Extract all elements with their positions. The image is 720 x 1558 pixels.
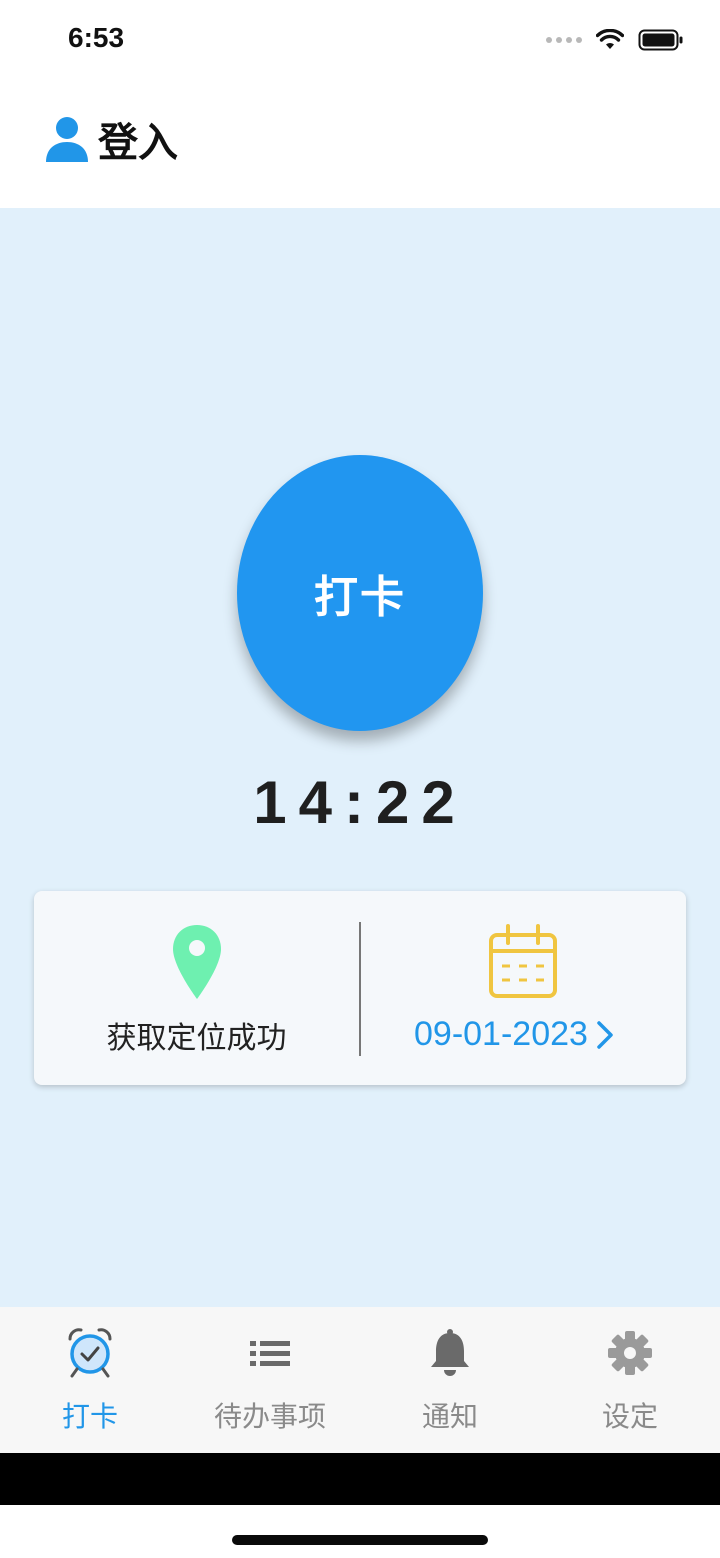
status-indicators [546,26,684,54]
login-link[interactable]: 登入 [44,110,178,168]
gear-icon [608,1331,652,1375]
tab-settings[interactable]: 设定 [540,1307,720,1453]
info-card: 获取定位成功 09-01-2023 [34,891,686,1085]
bottom-tab-bar: 打卡 待办事项 通知 设定 [0,1307,720,1453]
user-icon [46,117,88,162]
tab-todo[interactable]: 待办事项 [180,1307,360,1453]
status-bar: 6:53 [0,0,720,80]
selected-date: 09-01-2023 [414,1015,588,1053]
bell-icon [431,1329,469,1376]
header-title: 登入 [98,120,178,166]
card-divider [359,922,361,1056]
cellular-signal-icon [546,37,582,43]
app-header: 登入 [0,80,720,208]
tab-label: 设定 [601,1400,658,1433]
home-indicator[interactable] [232,1535,488,1545]
tab-label: 待办事项 [213,1400,326,1433]
location-status: 获取定位成功 [106,1021,287,1056]
alarm-clock-icon [68,1328,112,1378]
main-content: 打卡 14:22 获取定位成功 09-01-2023 [0,208,720,1307]
map-pin-icon [173,925,221,999]
tab-label: 通知 [421,1400,478,1433]
wifi-icon [596,29,624,49]
list-icon [250,1341,290,1366]
punch-in-button[interactable]: 打卡 [237,455,483,731]
tab-punch[interactable]: 打卡 [0,1307,180,1453]
calendar-icon [489,924,557,998]
current-time: 14:22 [253,769,467,836]
tab-notifications[interactable]: 通知 [360,1307,540,1453]
battery-icon [638,29,683,51]
tab-label: 打卡 [61,1400,118,1433]
home-indicator-area [0,1505,720,1558]
chevron-right-icon [597,1020,613,1049]
date-selector[interactable]: 09-01-2023 [414,1015,614,1054]
system-bar [0,1453,720,1505]
status-time: 6:53 [68,22,125,53]
